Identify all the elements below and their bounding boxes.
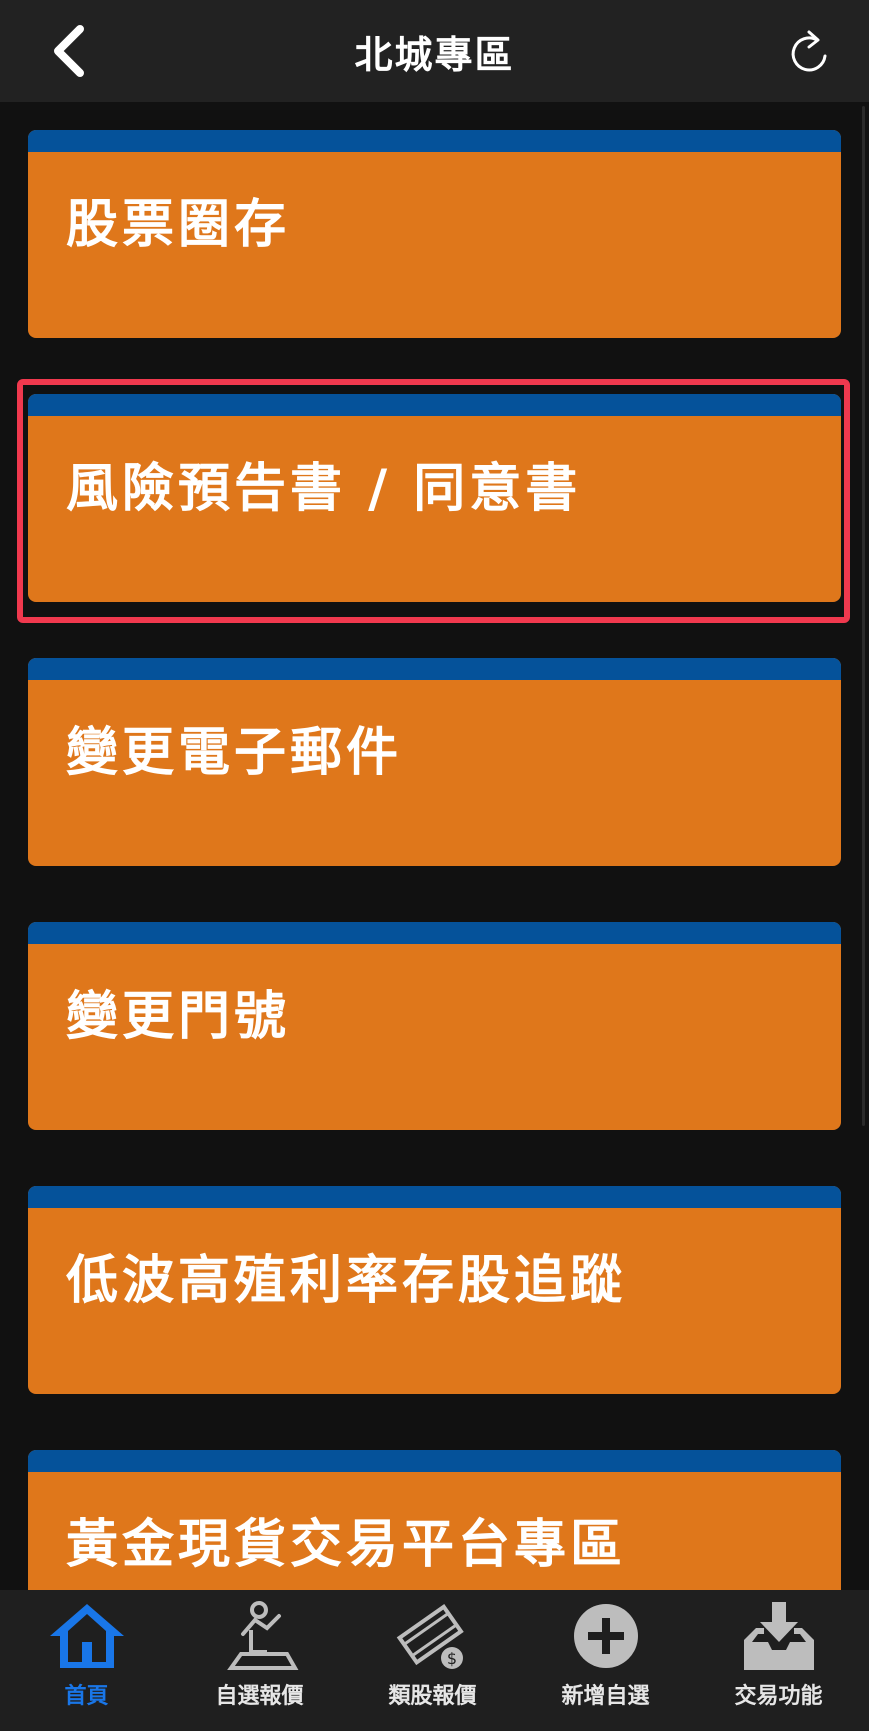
download-tray-icon <box>739 1598 819 1674</box>
menu-card-label: 黃金現貨交易平台專區 <box>66 1515 627 1575</box>
svg-text:$: $ <box>446 1649 456 1668</box>
tab-home[interactable]: 首頁 <box>0 1590 173 1731</box>
menu-card-change-email[interactable]: 變更電子郵件 <box>28 658 841 866</box>
tab-add-watchlist[interactable]: 新增自選 <box>519 1590 692 1731</box>
tab-label: 類股報價 <box>388 1684 477 1709</box>
tab-label: 首頁 <box>64 1684 109 1709</box>
tab-label: 交易功能 <box>734 1684 823 1709</box>
menu-card-change-phone[interactable]: 變更門號 <box>28 922 841 1130</box>
scrollbar[interactable] <box>862 106 865 1126</box>
plus-circle-icon <box>566 1598 646 1674</box>
card-stripe <box>28 1450 841 1472</box>
card-stripe <box>28 922 841 944</box>
menu-card-label: 變更門號 <box>66 987 291 1047</box>
tab-sector-quotes[interactable]: $ 類股報價 <box>346 1590 519 1731</box>
tab-label: 新增自選 <box>561 1684 650 1709</box>
nav-header: 北城專區 <box>0 0 869 102</box>
card-stripe <box>28 658 841 680</box>
page-title: 北城專區 <box>354 32 515 77</box>
menu-list[interactable]: 股票圈存 風險預告書 / 同意書 變更電子郵件 變更門號 低波高殖利率存股追蹤 … <box>0 102 869 1590</box>
menu-card-label: 風險預告書 / 同意書 <box>66 459 582 519</box>
bottom-tab-bar: 首頁 自選報價 $ 類股報價 新增自選 交易功能 <box>0 1590 869 1731</box>
tab-watchlist-quotes[interactable]: 自選報價 <box>173 1590 346 1731</box>
card-stripe <box>28 394 841 416</box>
menu-card-gold-platform[interactable]: 黃金現貨交易平台專區 <box>28 1450 841 1590</box>
menu-card-dividend-tracker[interactable]: 低波高殖利率存股追蹤 <box>28 1186 841 1394</box>
user-chart-icon <box>220 1598 300 1674</box>
refresh-icon <box>791 30 827 72</box>
film-dollar-icon: $ <box>393 1598 473 1674</box>
menu-card-label: 低波高殖利率存股追蹤 <box>66 1251 627 1311</box>
menu-card-label: 股票圈存 <box>66 195 291 255</box>
tab-label: 自選報價 <box>215 1684 304 1709</box>
card-stripe <box>28 130 841 152</box>
menu-card-label: 變更電子郵件 <box>66 723 403 783</box>
menu-card-stock-lock[interactable]: 股票圈存 <box>28 130 841 338</box>
tab-trading-functions[interactable]: 交易功能 <box>692 1590 865 1731</box>
refresh-button[interactable] <box>779 22 839 82</box>
home-icon <box>47 1598 127 1674</box>
menu-card-risk-consent[interactable]: 風險預告書 / 同意書 <box>28 394 841 602</box>
card-stripe <box>28 1186 841 1208</box>
